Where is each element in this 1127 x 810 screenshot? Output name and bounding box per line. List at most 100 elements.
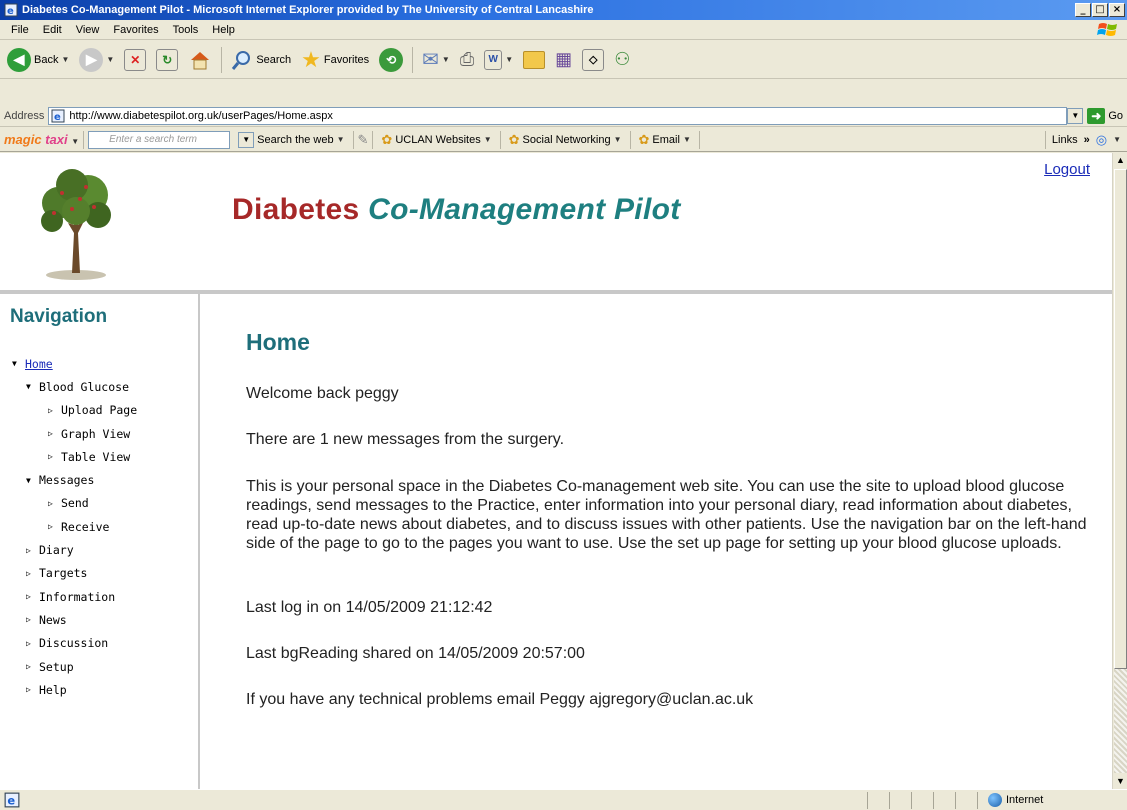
scroll-up-icon[interactable]: ▲ <box>1113 153 1127 168</box>
tree-logo-image <box>41 169 111 280</box>
forward-button[interactable]: ▶ ▼ <box>76 45 117 75</box>
back-button[interactable]: ◀ Back ▼ <box>4 45 72 75</box>
folder-button[interactable] <box>520 45 548 75</box>
flower-icon: ✿ <box>381 131 393 147</box>
collapsed-triangle-icon[interactable]: ▷ <box>26 685 39 694</box>
nav-item-label: Setup <box>39 659 74 674</box>
print-button[interactable]: ⎙ <box>457 45 477 75</box>
search-web-button[interactable]: ▼ Search the web ▼ <box>234 131 348 148</box>
nav-item-diary[interactable]: ▷ Diary <box>12 538 137 561</box>
collapsed-triangle-icon[interactable]: ▷ <box>26 569 39 578</box>
ie-page-icon: e <box>51 109 65 123</box>
nav-item-table-view[interactable]: ▷ Table View <box>12 445 137 468</box>
expanded-triangle-icon[interactable]: ▼ <box>26 476 39 485</box>
maximize-button[interactable]: □ <box>1092 3 1108 17</box>
go-button[interactable]: ➜ Go <box>1087 107 1123 124</box>
expanded-triangle-icon[interactable]: ▼ <box>26 382 39 391</box>
collapsed-triangle-icon[interactable]: ▷ <box>26 639 39 648</box>
nav-item-help[interactable]: ▷ Help <box>12 678 137 701</box>
social-networking-button[interactable]: ✿ Social Networking ▼ <box>505 132 626 148</box>
window-title-bar[interactable]: e Diabetes Co-Management Pilot - Microso… <box>0 0 1127 20</box>
collapsed-triangle-icon[interactable]: ▷ <box>26 592 39 601</box>
research-button[interactable]: ▦ <box>552 45 575 75</box>
scroll-down-icon[interactable]: ▼ <box>1113 774 1127 789</box>
collapsed-triangle-icon[interactable]: ▷ <box>48 452 61 461</box>
email-button[interactable]: ✿ Email ▼ <box>635 132 695 148</box>
magic-taxi-dropdown-icon: ▼ <box>71 137 80 146</box>
status-bar: e Internet <box>0 789 1127 810</box>
collapsed-triangle-icon[interactable]: ▷ <box>48 522 61 531</box>
magic-taxi-logo[interactable]: magic taxi ▼ <box>4 132 79 147</box>
media-button[interactable]: ◇ <box>579 45 607 75</box>
nav-item-upload-page[interactable]: ▷ Upload Page <box>12 399 137 422</box>
collapsed-triangle-icon[interactable]: ▷ <box>48 429 61 438</box>
favorites-button[interactable]: ★ Favorites <box>298 45 372 75</box>
favorites-label: Favorites <box>323 53 370 66</box>
home-button[interactable] <box>185 45 215 75</box>
search-web-dropdown-icon: ▼ <box>336 135 345 144</box>
chevron-right-icon[interactable]: » <box>1084 134 1090 146</box>
collapsed-triangle-icon[interactable]: ▷ <box>26 615 39 624</box>
folder-icon <box>523 50 546 69</box>
nav-item-setup[interactable]: ▷ Setup <box>12 655 137 678</box>
navigation-heading: Navigation <box>10 306 108 327</box>
nav-item-targets[interactable]: ▷ Targets <box>12 562 137 585</box>
address-url: http://www.diabetespilot.org.uk/userPage… <box>69 109 333 122</box>
intro-text: This is your personal space in the Diabe… <box>246 478 1087 552</box>
menu-favorites[interactable]: Favorites <box>106 24 165 36</box>
magic-taxi-logo-suffix: taxi <box>45 132 68 147</box>
page-title: Home <box>246 329 310 355</box>
flower-icon: ✿ <box>508 131 520 147</box>
toolbar-search-input[interactable]: Enter a search term <box>88 130 231 149</box>
scroll-track[interactable] <box>1114 669 1127 773</box>
menu-view[interactable]: View <box>69 24 107 36</box>
extension-icon[interactable]: ◎ <box>1096 132 1107 148</box>
refresh-button[interactable]: ↻ <box>153 45 181 75</box>
menu-file[interactable]: File <box>4 24 36 36</box>
expanded-triangle-icon[interactable]: ▼ <box>12 359 25 368</box>
print-icon: ⎙ <box>459 49 475 69</box>
menu-help[interactable]: Help <box>205 24 242 36</box>
site-title-diabetes: Diabetes <box>232 193 360 226</box>
stop-button[interactable]: ✕ <box>121 45 149 75</box>
ie-page-icon: e <box>4 792 20 808</box>
uclan-websites-label: UCLAN Websites <box>395 133 481 146</box>
nav-item-messages[interactable]: ▼ Messages <box>12 468 137 491</box>
nav-item-blood-glucose[interactable]: ▼ Blood Glucose <box>12 375 137 398</box>
minimize-button[interactable]: _ <box>1075 3 1091 17</box>
collapsed-triangle-icon[interactable]: ▷ <box>26 662 39 671</box>
nav-item-label: Receive <box>61 519 110 534</box>
highlight-icon[interactable]: ✎ <box>358 132 369 148</box>
address-dropdown-icon[interactable]: ▼ <box>1067 107 1084 124</box>
history-button[interactable]: ⟲ <box>376 45 406 75</box>
nav-item-information[interactable]: ▷ Information <box>12 585 137 608</box>
address-input[interactable]: e http://www.diabetespilot.org.uk/userPa… <box>48 106 1068 125</box>
close-button[interactable]: × <box>1109 3 1125 17</box>
nav-item-receive[interactable]: ▷ Receive <box>12 515 137 538</box>
stop-icon: ✕ <box>124 48 147 71</box>
collapsed-triangle-icon[interactable]: ▷ <box>26 546 39 555</box>
collapsed-triangle-icon[interactable]: ▷ <box>48 406 61 415</box>
mail-button[interactable]: ✉ ▼ <box>419 45 453 75</box>
links-label[interactable]: Links <box>1052 134 1078 146</box>
magic-taxi-logo-prefix: magic <box>4 132 42 147</box>
uclan-websites-button[interactable]: ✿ UCLAN Websites ▼ <box>377 132 495 148</box>
messenger-button[interactable]: ⚇ <box>611 45 633 75</box>
nav-item-discussion[interactable]: ▷ Discussion <box>12 632 137 655</box>
nav-item-news[interactable]: ▷ News <box>12 608 137 631</box>
nav-item-home[interactable]: ▼ Home <box>12 352 137 375</box>
nav-item-graph-view[interactable]: ▷ Graph View <box>12 422 137 445</box>
nav-item-send[interactable]: ▷ Send <box>12 492 137 515</box>
svg-text:e: e <box>54 112 61 123</box>
search-button[interactable]: Search <box>228 45 294 75</box>
menu-edit[interactable]: Edit <box>36 24 69 36</box>
scroll-thumb[interactable] <box>1114 169 1127 669</box>
back-arrow-icon: ◀ <box>7 47 31 72</box>
site-header: Diabetes Co-Management Pilot Logout <box>0 153 1112 290</box>
vertical-scrollbar[interactable]: ▲ ▼ <box>1112 153 1127 789</box>
extension-dropdown-icon[interactable]: ▼ <box>1113 135 1121 144</box>
logout-link[interactable]: Logout <box>1044 161 1090 178</box>
menu-tools[interactable]: Tools <box>166 24 206 36</box>
collapsed-triangle-icon[interactable]: ▷ <box>48 499 61 508</box>
edit-button[interactable]: W ▼ <box>481 45 516 75</box>
